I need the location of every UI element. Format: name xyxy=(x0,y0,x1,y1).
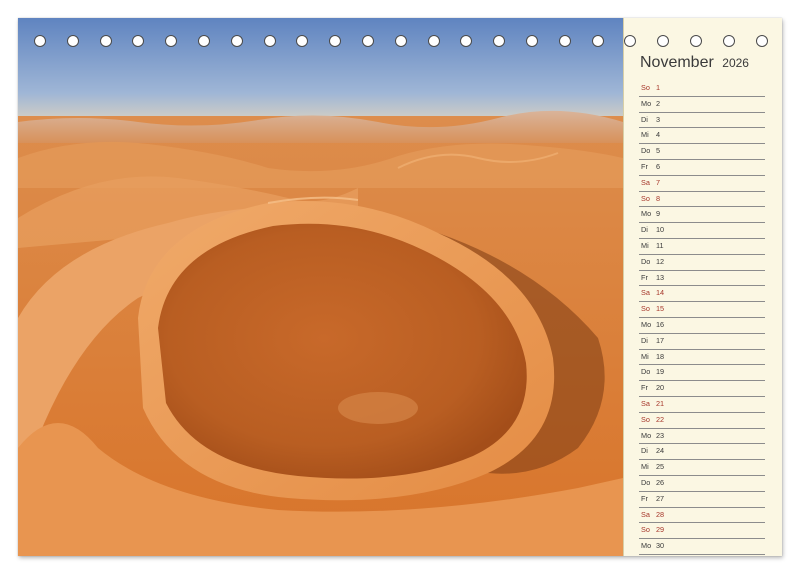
day-row: So 29 xyxy=(639,523,765,540)
weekday-label: Do xyxy=(641,256,651,266)
weekday-label: Sa xyxy=(641,177,650,187)
day-number: 29 xyxy=(656,525,665,535)
weekday-label: Mo xyxy=(641,541,652,551)
day-number: 19 xyxy=(656,367,665,377)
day-number: 11 xyxy=(656,240,664,250)
weekday-label: Mo xyxy=(641,319,652,329)
day-number: 1 xyxy=(656,83,661,92)
month-name: November xyxy=(640,54,714,71)
day-row: Mo 23 xyxy=(639,429,765,445)
weekday-label: Sa xyxy=(641,509,650,519)
day-row: So 22 xyxy=(639,413,765,429)
weekday-label: Di xyxy=(641,335,648,345)
weekday-label: Do xyxy=(641,367,651,377)
weekday-label: Fr xyxy=(641,272,648,282)
month-title: November 2026 xyxy=(640,54,749,72)
day-row: Do 19 xyxy=(639,365,765,382)
day-row: Fr 20 xyxy=(639,381,765,397)
day-number: 25 xyxy=(656,462,665,472)
day-number: 26 xyxy=(656,477,665,487)
weekday-label: Di xyxy=(641,114,648,124)
weekday-label: Mi xyxy=(641,351,649,361)
day-row: Fr 27 xyxy=(639,492,765,508)
dune-illustration xyxy=(18,18,623,556)
day-number: 30 xyxy=(656,541,665,551)
calendar-panel: November 2026 So 1 Mo 2 Di 3 Mi 4 Do 5 Fr 6 Sa 7 So 8 Mo… xyxy=(623,18,782,556)
day-row: Mo 16 xyxy=(639,318,765,334)
weekday-label: Mi xyxy=(641,130,649,140)
weekday-label: Sa xyxy=(641,398,650,408)
day-row: Fr 6 xyxy=(639,160,765,176)
weekday-label: Di xyxy=(641,225,648,235)
day-row: Sa 21 xyxy=(639,397,765,413)
day-number: 10 xyxy=(656,225,665,235)
day-number: 13 xyxy=(656,272,665,282)
weekday-label: Sa xyxy=(641,288,650,298)
day-row: Di 10 xyxy=(639,223,765,239)
weekday-label: Fr xyxy=(641,383,648,393)
year-label: 2026 xyxy=(722,56,749,70)
day-row: Di 24 xyxy=(639,444,765,461)
day-number: 4 xyxy=(656,130,661,140)
day-number: 14 xyxy=(656,288,665,298)
day-list: So 1 Mo 2 Di 3 Mi 4 Do 5 Fr 6 Sa 7 So 8 Mo 9 Di 10 Mi 11 Do 12 F… xyxy=(639,81,765,555)
day-number: 6 xyxy=(656,161,661,171)
day-row: Di 3 xyxy=(639,113,765,129)
weekday-label: Di xyxy=(641,446,648,456)
day-number: 24 xyxy=(656,446,665,456)
day-row: Do 5 xyxy=(639,144,765,160)
day-row: Sa 14 xyxy=(639,286,765,303)
day-number: 20 xyxy=(656,383,665,393)
day-row: Mi 11 xyxy=(639,239,765,255)
day-number: 3 xyxy=(656,114,661,124)
weekday-label: Do xyxy=(641,146,651,156)
day-row: Do 26 xyxy=(639,476,765,492)
day-row: Sa 28 xyxy=(639,508,765,524)
day-number: 8 xyxy=(656,193,661,203)
weekday-label: Mo xyxy=(641,430,652,440)
weekday-label: So xyxy=(641,83,650,92)
weekday-label: Mo xyxy=(641,98,652,108)
desert-dune-photo xyxy=(18,18,623,556)
day-row: So 1 xyxy=(639,81,765,97)
weekday-label: Mi xyxy=(641,462,649,472)
weekday-label: So xyxy=(641,304,650,314)
day-row: So 8 xyxy=(639,192,765,208)
day-row: Sa 7 xyxy=(639,176,765,192)
day-row: Mi 25 xyxy=(639,460,765,476)
day-number: 5 xyxy=(656,146,661,156)
day-number: 9 xyxy=(656,209,661,219)
day-number: 12 xyxy=(656,256,665,266)
day-row: Do 12 xyxy=(639,255,765,271)
day-number: 21 xyxy=(656,398,665,408)
weekday-label: Mo xyxy=(641,209,652,219)
day-number: 18 xyxy=(656,351,665,361)
day-number: 22 xyxy=(656,414,665,424)
weekday-label: Do xyxy=(641,477,651,487)
calendar-page: November 2026 So 1 Mo 2 Di 3 Mi 4 Do 5 Fr 6 Sa 7 So 8 Mo… xyxy=(18,18,782,556)
weekday-label: So xyxy=(641,193,650,203)
day-number: 16 xyxy=(656,319,665,329)
day-row: Mo 9 xyxy=(639,207,765,224)
day-number: 2 xyxy=(656,98,661,108)
day-row: Mi 18 xyxy=(639,350,765,366)
day-number: 7 xyxy=(656,177,661,187)
day-number: 28 xyxy=(656,509,665,519)
day-row: Mi 4 xyxy=(639,128,765,145)
weekday-label: Mi xyxy=(641,240,649,250)
day-number: 15 xyxy=(656,304,665,314)
day-row: Mo 30 xyxy=(639,539,765,555)
day-row: So 15 xyxy=(639,302,765,318)
day-number: 17 xyxy=(656,335,665,345)
day-row: Mo 2 xyxy=(639,97,765,113)
day-number: 23 xyxy=(656,430,665,440)
day-row: Fr 13 xyxy=(639,271,765,287)
day-row: Di 17 xyxy=(639,334,765,350)
weekday-label: So xyxy=(641,525,650,535)
day-number: 27 xyxy=(656,493,665,503)
weekday-label: Fr xyxy=(641,493,648,503)
weekday-label: Fr xyxy=(641,161,648,171)
weekday-label: So xyxy=(641,414,650,424)
